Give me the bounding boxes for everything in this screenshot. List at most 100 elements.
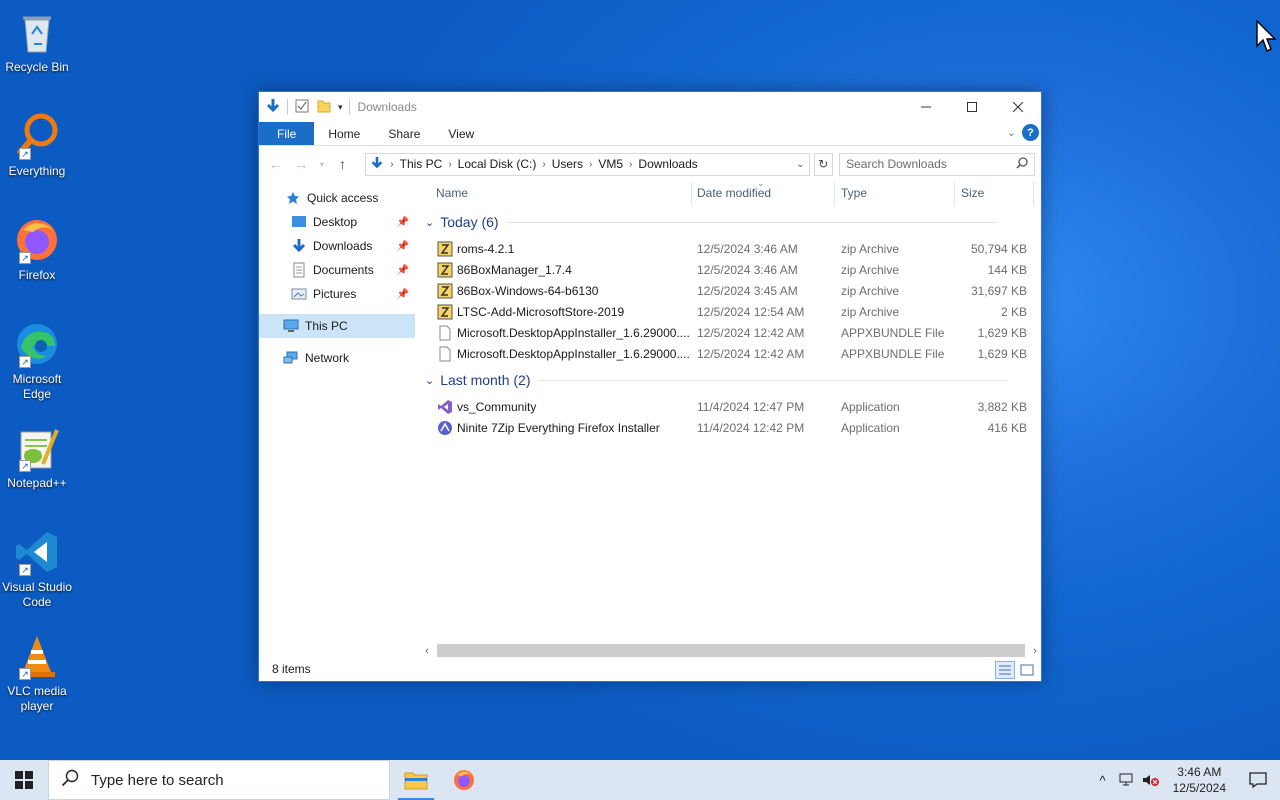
address-dropdown-chevron-icon[interactable]: ⌄: [796, 159, 804, 170]
scroll-left-icon[interactable]: ‹: [421, 645, 433, 657]
properties-icon[interactable]: [294, 98, 310, 117]
file-type: APPXBUNDLE File: [841, 347, 945, 361]
desktop-icon-firefox[interactable]: ↗ Firefox: [0, 216, 74, 283]
scroll-right-icon[interactable]: ›: [1029, 645, 1041, 657]
desktop-icon-vlc[interactable]: ↗ VLC media player: [0, 632, 74, 714]
desktop-icon-vscode[interactable]: ↗ Visual Studio Code: [0, 528, 74, 610]
breadcrumb-item[interactable]: Local Disk (C:): [458, 157, 537, 171]
file-size: 416 KB: [987, 421, 1027, 435]
file-name: 86BoxManager_1.7.4: [457, 263, 572, 277]
breadcrumb-item[interactable]: This PC: [400, 157, 443, 171]
search-placeholder: Search Downloads: [846, 157, 947, 171]
nav-this-pc[interactable]: This PC: [259, 314, 415, 338]
pin-icon: 📌: [396, 240, 409, 252]
file-size: 1,629 KB: [977, 347, 1027, 361]
nav-documents[interactable]: Documents 📌: [259, 258, 415, 282]
taskbar-file-explorer[interactable]: [392, 760, 440, 800]
file-date: 12/5/2024 3:46 AM: [697, 263, 798, 277]
file-row[interactable]: Ninite 7Zip Everything Firefox Installer…: [433, 418, 1033, 439]
help-icon[interactable]: ?: [1022, 124, 1039, 141]
maximize-button[interactable]: [949, 92, 995, 122]
breadcrumb-separator-icon[interactable]: ›: [542, 159, 545, 170]
group-header-today[interactable]: ⌄ Today (6): [425, 214, 1029, 230]
nav-pictures[interactable]: Pictures 📌: [259, 282, 415, 306]
column-divider[interactable]: [1033, 182, 1034, 206]
details-view-icon[interactable]: [995, 661, 1015, 679]
file-row[interactable]: Microsoft.DesktopAppInstaller_1.6.29000.…: [433, 323, 1033, 344]
file-row[interactable]: LTSC-Add-MicrosoftStore-2019 12/5/2024 1…: [433, 302, 1033, 323]
file-row[interactable]: 86BoxManager_1.7.4 12/5/2024 3:46 AM zip…: [433, 260, 1033, 281]
up-button[interactable]: ↑: [332, 153, 354, 175]
show-hidden-icons-chevron-icon[interactable]: ^: [1091, 760, 1115, 800]
nav-network[interactable]: Network: [259, 346, 415, 370]
tab-home[interactable]: Home: [314, 122, 374, 145]
volume-muted-icon[interactable]: [1139, 760, 1163, 800]
nav-desktop[interactable]: Desktop 📌: [259, 210, 415, 234]
star-icon: [285, 190, 301, 206]
desktop-icon-everything[interactable]: ↗ Everything: [0, 112, 74, 179]
file-row[interactable]: Microsoft.DesktopAppInstaller_1.6.29000.…: [433, 344, 1033, 365]
column-divider[interactable]: [834, 182, 835, 206]
column-divider[interactable]: [691, 182, 692, 206]
clock[interactable]: 3:46 AM 12/5/2024: [1163, 764, 1236, 796]
forward-button[interactable]: →: [291, 153, 313, 175]
group-header-last-month[interactable]: ⌄ Last month (2): [425, 372, 1029, 388]
breadcrumb-item[interactable]: Users: [552, 157, 583, 171]
desktop-icon-notepadpp[interactable]: ↗ Notepad++: [0, 424, 74, 491]
breadcrumb-item[interactable]: Downloads: [638, 157, 697, 171]
recent-locations-chevron-icon[interactable]: ▾: [316, 153, 328, 175]
file-date: 12/5/2024 3:46 AM: [697, 242, 798, 256]
refresh-button[interactable]: ↻: [813, 152, 834, 176]
title-bar[interactable]: ▾ Downloads: [259, 92, 1041, 122]
start-button[interactable]: [0, 760, 48, 800]
status-bar: 8 items: [259, 657, 1041, 681]
search-input[interactable]: Search Downloads: [839, 152, 1036, 176]
tab-view[interactable]: View: [434, 122, 488, 145]
breadcrumb-item[interactable]: VM5: [598, 157, 623, 171]
tab-share[interactable]: Share: [374, 122, 434, 145]
expand-ribbon-chevron-icon[interactable]: ⌄: [1007, 126, 1016, 139]
downloads-location-icon: [370, 156, 384, 173]
column-header-name[interactable]: Name: [436, 186, 468, 200]
customize-toolbar-chevron-icon[interactable]: ▾: [338, 102, 343, 113]
group-label: Today (6): [440, 214, 499, 230]
file-size: 31,697 KB: [970, 284, 1027, 298]
nav-downloads[interactable]: Downloads 📌: [259, 234, 415, 258]
file-type: Application: [841, 400, 900, 414]
breadcrumb-separator-icon[interactable]: ›: [589, 159, 592, 170]
column-header-type[interactable]: Type: [841, 186, 867, 200]
action-center-icon[interactable]: [1236, 760, 1280, 800]
back-button[interactable]: ←: [265, 153, 287, 175]
ribbon-tabs: File Home Share View ⌄ ?: [259, 122, 1041, 146]
breadcrumb-separator-icon[interactable]: ›: [629, 159, 632, 170]
address-bar[interactable]: › This PC › Local Disk (C:) › Users › VM…: [365, 152, 810, 176]
breadcrumb-separator-icon[interactable]: ›: [448, 159, 451, 170]
large-icons-view-icon[interactable]: [1017, 661, 1037, 679]
new-folder-icon[interactable]: [316, 98, 332, 117]
network-status-icon[interactable]: [1115, 760, 1139, 800]
collapse-chevron-icon: ⌄: [425, 216, 435, 229]
toolbar-separator: [287, 99, 288, 115]
column-header-size[interactable]: Size: [961, 186, 984, 200]
minimize-button[interactable]: [903, 92, 949, 122]
nav-quick-access[interactable]: Quick access: [259, 186, 415, 210]
taskbar: Type here to search ^ 3:46 AM 12/5/2024: [0, 760, 1280, 800]
shortcut-arrow-icon: ↗: [19, 148, 31, 160]
tab-file[interactable]: File: [259, 122, 315, 145]
desktop-icon-recycle-bin[interactable]: Recycle Bin: [0, 8, 74, 75]
taskbar-search-input[interactable]: Type here to search: [48, 760, 390, 800]
firefox-icon: [454, 770, 474, 790]
file-row[interactable]: 86Box-Windows-64-b6130 12/5/2024 3:45 AM…: [433, 281, 1033, 302]
zip-icon: [437, 283, 453, 299]
desktop-icon-label: VLC media player: [7, 684, 67, 713]
column-divider[interactable]: [954, 182, 955, 206]
scrollbar-thumb[interactable]: [437, 644, 1025, 657]
file-row[interactable]: roms-4.2.1 12/5/2024 3:46 AM zip Archive…: [433, 239, 1033, 260]
column-header-date[interactable]: Date modified: [697, 186, 771, 200]
file-row[interactable]: vs_Community 11/4/2024 12:47 PM Applicat…: [433, 397, 1033, 418]
taskbar-firefox[interactable]: [440, 760, 488, 800]
close-button[interactable]: [995, 92, 1041, 122]
view-toggle: [995, 661, 1037, 679]
file-date: 12/5/2024 12:54 AM: [697, 305, 805, 319]
desktop-icon-edge[interactable]: ↗ Microsoft Edge: [0, 320, 74, 402]
